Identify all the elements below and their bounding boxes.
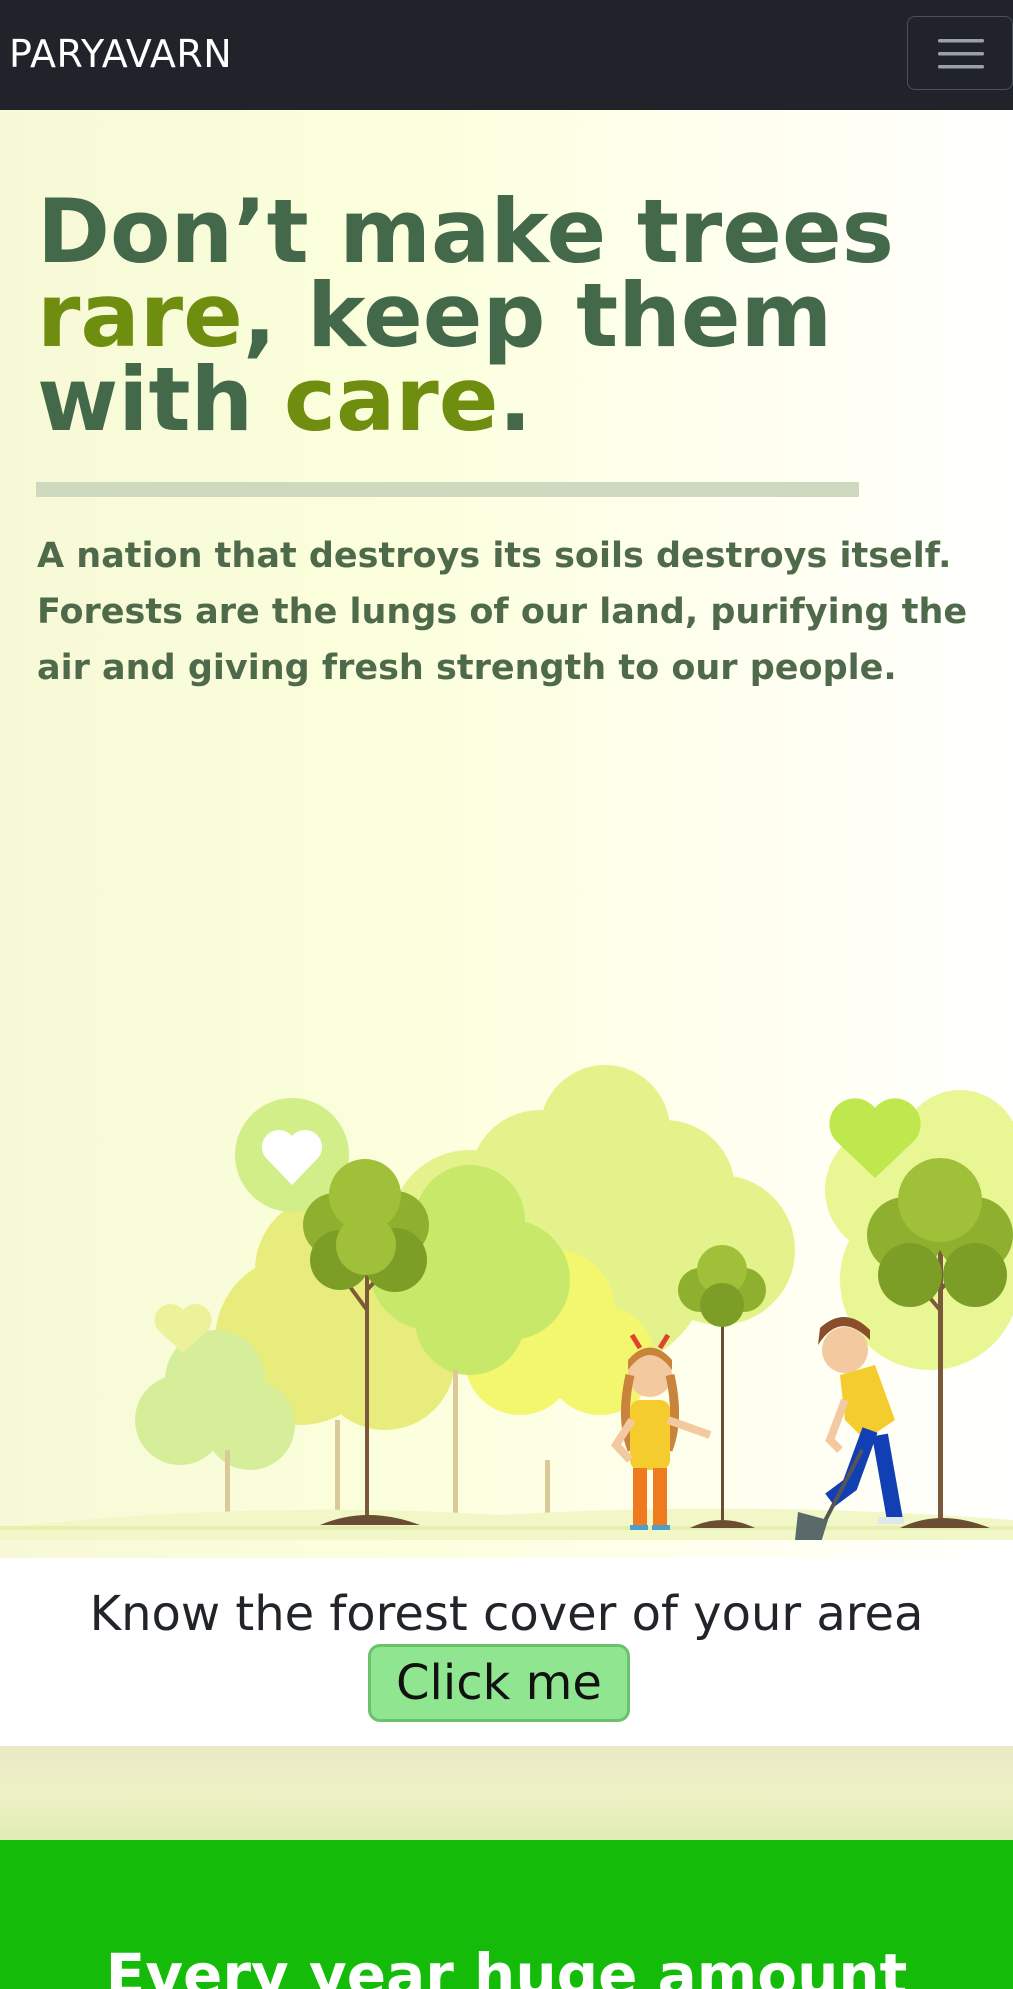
tree: [678, 1245, 766, 1528]
decorative-band: [0, 1746, 1013, 1840]
headline-accent-care: care: [283, 348, 499, 451]
tree-trunk: [453, 1370, 458, 1520]
cta-text: Know the forest cover of your area: [89, 1586, 924, 1642]
hero-section: Don’t make trees rare, keep them with ca…: [0, 110, 1013, 1558]
section-heading: Every year huge amount: [105, 1941, 908, 1989]
click-me-button[interactable]: Click me: [368, 1644, 630, 1722]
tree-trunk: [225, 1450, 230, 1520]
hero-lead-text: A nation that destroys its soils destroy…: [37, 536, 968, 688]
hamburger-icon: [938, 39, 984, 69]
girl-figure: [610, 1333, 712, 1530]
navbar-toggler-button[interactable]: [907, 16, 1013, 90]
brand-link[interactable]: PARYAVARN: [9, 30, 232, 78]
ground-line: [0, 1526, 1013, 1530]
ground: [0, 1508, 1013, 1540]
navbar: PARYAVARN: [0, 0, 1013, 110]
forest-cover-cta: Know the forest cover of your area Click…: [0, 1558, 1013, 1746]
tree-planting-illustration: [0, 1065, 1013, 1540]
headline-text: .: [498, 348, 532, 451]
hero-headline: Don’t make trees rare, keep them with ca…: [37, 188, 1012, 444]
info-section: Every year huge amount: [0, 1840, 1013, 1989]
tree-trunk: [335, 1420, 340, 1520]
tree-trunk: [545, 1460, 550, 1520]
hero-divider: [36, 482, 859, 497]
